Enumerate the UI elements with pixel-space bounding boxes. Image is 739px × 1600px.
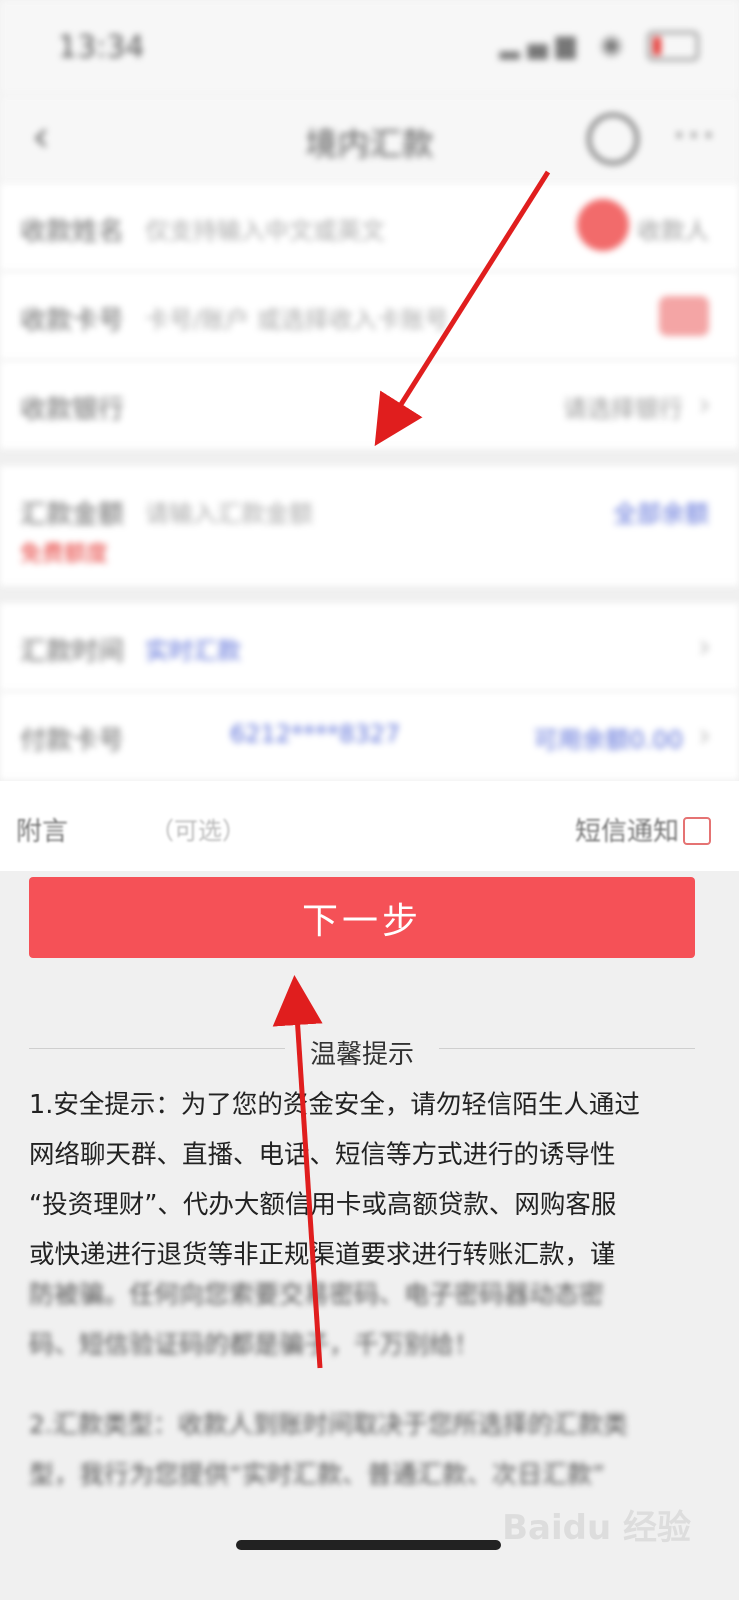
arrow-to-form bbox=[374, 170, 551, 447]
home-indicator[interactable] bbox=[236, 1540, 501, 1550]
watermark-logo: Baidu 经验 bbox=[502, 1508, 691, 1548]
arrow-to-button bbox=[272, 975, 323, 1369]
annotation-arrows bbox=[272, 170, 551, 1369]
